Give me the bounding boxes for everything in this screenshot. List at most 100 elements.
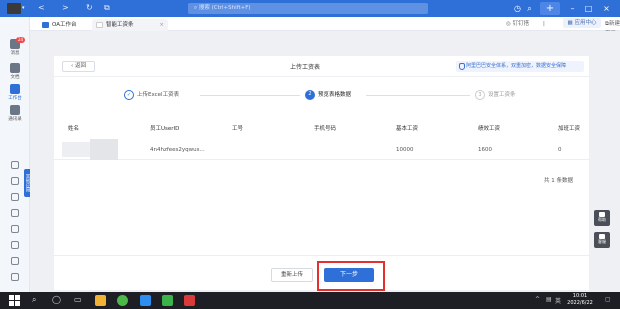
upload-payroll-card: ‹ 返回 上传工资表 阿里巴巴安全体系，双重加密，数据安全保障 ✓ 上传Exce… (54, 56, 589, 290)
title-bar: ▾ < > ↻ ⧉ ⌕ 搜索 (Ctrl+Shift+F) ◷ ⌕ + – □ … (0, 0, 620, 17)
add-button[interactable]: + (540, 2, 560, 15)
phone-icon[interactable] (11, 177, 19, 185)
sidebar-item-workbench[interactable]: 工作台 (0, 84, 30, 101)
tab-oa-workbench[interactable]: OA工作台 (38, 19, 90, 31)
column-header: 绩效工资 (478, 126, 501, 132)
browser-icon[interactable] (117, 295, 128, 306)
refresh-icon[interactable]: ↻ (86, 3, 93, 13)
sidebar-item-label: 消息 (10, 51, 20, 56)
step-connector (366, 95, 470, 96)
tab-strip: OA工作台 智能工资条 × ◎ 钉钉搭 | ▦ 应用中心 ⧉新建窗口 (30, 17, 620, 37)
left-sidebar: 24 消息 文档 工作台 通讯录 其他应用 (0, 17, 30, 292)
step-label: 上传Excel工资表 (137, 92, 180, 98)
forward-icon[interactable]: > (62, 3, 69, 13)
user-card-icon[interactable] (11, 257, 19, 265)
grid-icon (10, 84, 20, 94)
app-icon (96, 22, 103, 28)
notification-icon[interactable]: ▢ (605, 296, 611, 303)
tab-label: 智能工资条 (106, 22, 134, 28)
app-icon (42, 22, 49, 28)
document-icon (10, 63, 20, 73)
tab-smart-payslip[interactable]: 智能工资条 × (92, 19, 168, 31)
help-label: 帮助 (598, 217, 606, 222)
check-icon: ✓ (124, 90, 134, 100)
mail-icon[interactable] (11, 193, 19, 201)
step-number: 3 (475, 90, 485, 100)
security-notice: 阿里巴巴安全体系，双重加密，数据安全保障 (456, 61, 584, 72)
unread-badge: 24 (16, 37, 26, 43)
app-center-button[interactable]: ▦ 应用中心 (563, 18, 601, 28)
column-header: 手机号码 (314, 126, 337, 132)
windows-start-icon[interactable] (9, 295, 20, 306)
wps-icon[interactable] (184, 295, 195, 306)
task-view-icon[interactable]: ◯ (52, 294, 61, 306)
table-cell: 10000 (396, 147, 414, 153)
wechat-icon[interactable] (162, 295, 173, 306)
minimize-icon[interactable]: – (567, 3, 578, 14)
maximize-icon[interactable]: □ (583, 3, 594, 14)
cloud-icon[interactable] (11, 225, 19, 233)
search-placeholder: 搜索 (Ctrl+Shift+F) (198, 5, 251, 11)
taskbar: ⌕ ◯ ▭ ^ ▤ 英 10:01 2022/6/22 ▢ (0, 292, 620, 309)
step-connector (200, 95, 300, 96)
step-upload: ✓ 上传Excel工资表 (124, 90, 179, 100)
close-icon[interactable]: × (601, 3, 612, 14)
search-icon[interactable]: ⌕ (524, 3, 535, 14)
help-button[interactable]: 帮助 (594, 210, 610, 226)
close-tab-icon[interactable]: × (159, 19, 164, 31)
search-icon[interactable]: ⌕ (32, 294, 36, 306)
step-preview: 2 预览表格数据 (305, 90, 351, 100)
table-cell: 1600 (478, 147, 492, 153)
sidebar-item-label: 通讯录 (8, 117, 22, 122)
column-header: 加班工资 (558, 126, 581, 132)
table-row[interactable]: 4n4hzfees2yqwus... 10000 1600 0 (54, 139, 589, 160)
sidebar-item-label: 工作台 (8, 96, 22, 101)
widgets-icon[interactable]: ▭ (74, 294, 82, 306)
separator: | (543, 21, 545, 27)
dingtalk-icon[interactable] (140, 295, 151, 306)
table-cell: 4n4hzfees2yqwus... (150, 147, 205, 153)
back-button[interactable]: ‹ 返回 (62, 61, 95, 72)
system-clock[interactable]: 10:01 2022/6/22 (560, 293, 600, 307)
user-avatar[interactable] (7, 3, 21, 14)
search-input[interactable]: ⌕ 搜索 (Ctrl+Shift+F) (188, 3, 428, 14)
lightning-icon[interactable] (11, 209, 19, 217)
table-cell: 0 (558, 147, 562, 153)
card-header: ‹ 返回 上传工资表 阿里巴巴安全体系，双重加密，数据安全保障 (54, 56, 589, 77)
contacts-icon (10, 105, 20, 115)
open-tab-icon[interactable]: ⧉ (104, 3, 110, 13)
history-icon[interactable]: ◷ (512, 3, 523, 14)
total-count: 共 1 条数据 (544, 178, 573, 184)
chevron-down-icon[interactable]: ▾ (22, 5, 25, 11)
back-icon[interactable]: < (38, 3, 45, 13)
sidebar-item-messages[interactable]: 24 消息 (0, 37, 30, 56)
sidebar-item-contacts[interactable]: 通讯录 (0, 105, 30, 122)
more-apps-icon[interactable] (11, 273, 19, 281)
sidebar-item-label: 文档 (10, 75, 20, 80)
column-header: 员工UserID (150, 126, 180, 132)
column-header: 基本工资 (396, 126, 419, 132)
table-header: 姓名 员工UserID 工号 手机号码 基本工资 绩效工资 加班工资 (54, 119, 589, 137)
step-label: 预览表格数据 (318, 92, 352, 98)
step-label: 设置工资条 (488, 92, 516, 98)
stack-icon[interactable] (11, 241, 19, 249)
dingding-label: 钉钉搭 (512, 21, 530, 27)
shield-icon (459, 63, 465, 70)
customer-service-label: 客服 (598, 239, 606, 244)
tray-chevron-icon[interactable]: ^ (535, 296, 540, 303)
sidebar-item-docs[interactable]: 文档 (0, 63, 30, 80)
dingding-link[interactable]: ◎ 钉钉搭 (506, 19, 529, 29)
tab-label: OA工作台 (52, 22, 77, 28)
stepper: ✓ 上传Excel工资表 2 预览表格数据 3 设置工资条 (54, 86, 589, 106)
security-text: 阿里巴巴安全体系，双重加密，数据安全保障 (466, 63, 567, 69)
back-label: 返回 (74, 63, 86, 69)
file-explorer-icon[interactable] (95, 295, 106, 306)
reupload-button[interactable]: 重新上传 (271, 268, 313, 282)
column-header: 姓名 (68, 126, 80, 132)
step-settings: 3 设置工资条 (475, 90, 516, 100)
step-number: 2 (305, 90, 315, 100)
column-header: 工号 (232, 126, 244, 132)
calendar-icon[interactable] (11, 161, 19, 169)
network-icon[interactable]: ▤ (546, 296, 552, 303)
customer-service-button[interactable]: 客服 (594, 232, 610, 248)
